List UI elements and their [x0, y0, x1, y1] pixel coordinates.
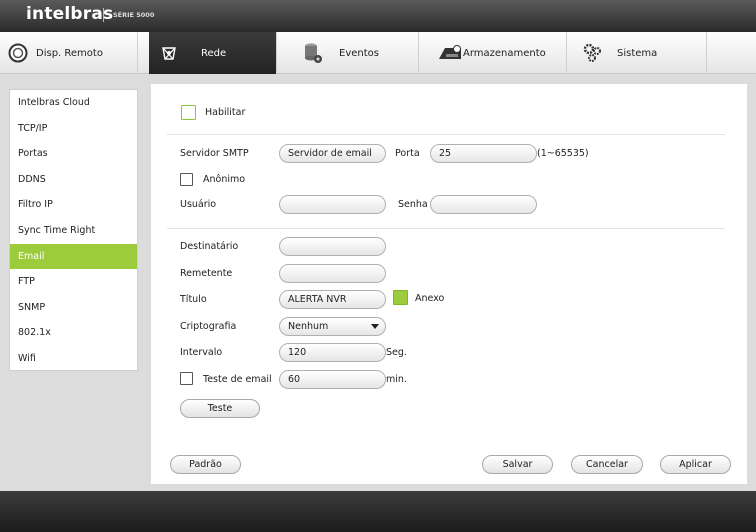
user-input[interactable]	[279, 195, 386, 214]
sidebar-item-snmp[interactable]: SNMP	[10, 295, 137, 321]
brand-series: SÉRIE 5000	[113, 11, 155, 19]
anonymous-label: Anônimo	[203, 174, 246, 185]
interval-label: Intervalo	[180, 347, 223, 358]
nav-label: Rede	[201, 47, 227, 59]
encryption-value: Nenhum	[288, 321, 329, 332]
nav-disp-remoto[interactable]: Disp. Remoto	[0, 32, 138, 74]
divider	[167, 134, 725, 135]
password-input[interactable]	[430, 195, 537, 214]
sender-input[interactable]	[279, 264, 386, 283]
default-button[interactable]: Padrão	[170, 455, 241, 474]
nav-eventos[interactable]: Eventos	[277, 32, 419, 74]
sidebar-item-tcp-ip[interactable]: TCP/IP	[10, 116, 137, 142]
nav-sistema[interactable]: Sistema	[567, 32, 707, 74]
network-icon	[159, 43, 179, 63]
sidebar-item-ddns[interactable]: DDNS	[10, 167, 137, 193]
save-button[interactable]: Salvar	[482, 455, 553, 474]
password-label: Senha	[398, 199, 428, 210]
port-label: Porta	[395, 148, 420, 159]
interval-input[interactable]: 120	[279, 343, 386, 362]
test-button[interactable]: Teste	[180, 399, 260, 418]
recipient-input[interactable]	[279, 237, 386, 256]
remote-device-icon	[8, 43, 28, 63]
title-label: Título	[180, 294, 207, 305]
bottom-bar	[0, 491, 756, 532]
user-label: Usuário	[180, 199, 217, 210]
email-settings-panel: Habilitar Servidor SMTP Servidor de emai…	[151, 84, 747, 484]
storage-icon	[437, 43, 463, 63]
interval-unit: Seg.	[386, 347, 407, 358]
nav-label: Eventos	[339, 47, 379, 59]
main-nav: Disp. Remoto Rede Eventos Armazenamento …	[0, 32, 756, 74]
nav-label: Sistema	[617, 47, 658, 59]
sidebar-item-filtro-ip[interactable]: Filtro IP	[10, 192, 137, 218]
title-input[interactable]: ALERTA NVR	[279, 290, 386, 309]
sidebar-item-portas[interactable]: Portas	[10, 141, 137, 167]
encryption-label: Criptografia	[180, 321, 237, 332]
events-icon	[303, 43, 323, 63]
test-email-unit: min.	[386, 374, 407, 385]
smtp-label: Servidor SMTP	[180, 148, 249, 159]
smtp-server-input[interactable]: Servidor de email	[279, 144, 386, 163]
enable-checkbox[interactable]	[181, 105, 196, 120]
anonymous-checkbox[interactable]	[180, 173, 193, 186]
brand-logo: intelbras	[26, 4, 114, 24]
sidebar-item-wifi[interactable]: Wifi	[10, 346, 137, 372]
nav-rede[interactable]: Rede	[149, 32, 277, 74]
port-range: (1~65535)	[537, 148, 589, 159]
test-email-input[interactable]: 60	[279, 370, 386, 389]
system-gear-icon	[583, 43, 603, 63]
nav-label: Disp. Remoto	[36, 47, 103, 59]
apply-button[interactable]: Aplicar	[660, 455, 731, 474]
sidebar-item-intelbras-cloud[interactable]: Intelbras Cloud	[10, 90, 137, 116]
cancel-button[interactable]: Cancelar	[571, 455, 643, 474]
test-email-label: Teste de email	[203, 374, 272, 385]
sidebar-item-802-1x[interactable]: 802.1x	[10, 320, 137, 346]
sender-label: Remetente	[180, 268, 233, 279]
sidebar-item-sync-time-right[interactable]: Sync Time Right	[10, 218, 137, 244]
encryption-select[interactable]: Nenhum	[279, 317, 386, 336]
sidebar: Intelbras Cloud TCP/IP Portas DDNS Filtr…	[9, 89, 138, 371]
enable-label: Habilitar	[205, 107, 246, 118]
nav-armazenamento[interactable]: Armazenamento	[419, 32, 567, 74]
brand-divider	[103, 8, 104, 22]
top-bar: intelbras SÉRIE 5000	[0, 0, 756, 32]
nav-label: Armazenamento	[463, 47, 546, 59]
recipient-label: Destinatário	[180, 241, 239, 252]
divider	[167, 228, 725, 229]
sidebar-item-email[interactable]: Email	[10, 243, 137, 270]
sidebar-item-ftp[interactable]: FTP	[10, 269, 137, 295]
attachment-checkbox[interactable]	[393, 290, 408, 305]
attachment-label: Anexo	[415, 293, 445, 304]
port-input[interactable]: 25	[430, 144, 537, 163]
test-email-checkbox[interactable]	[180, 372, 193, 385]
chevron-down-icon	[371, 324, 379, 329]
